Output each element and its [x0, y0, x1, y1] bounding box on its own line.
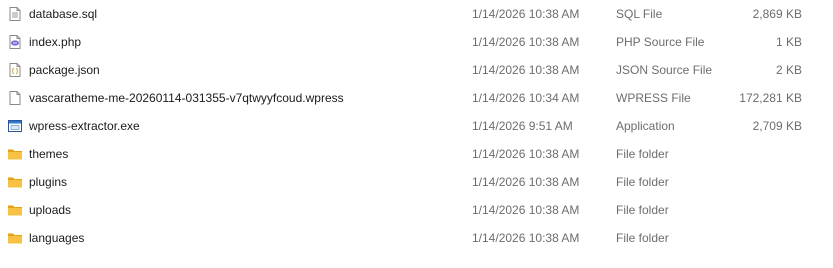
folder-row-uploads[interactable]: uploads 1/14/2026 10:38 AM File folder	[0, 196, 833, 224]
file-date: 1/14/2026 10:38 AM	[472, 203, 580, 217]
folder-icon	[7, 146, 23, 162]
application-icon	[7, 118, 23, 134]
file-name: themes	[29, 147, 69, 161]
file-row-wpress[interactable]: vascaratheme-me-20260114-031355-v7qtwyyf…	[0, 84, 833, 112]
file-name: database.sql	[29, 7, 98, 21]
file-date: 1/14/2026 10:38 AM	[472, 7, 580, 21]
file-type: WPRESS File	[616, 91, 691, 105]
file-name: vascaratheme-me-20260114-031355-v7qtwyyf…	[29, 91, 344, 105]
file-row-wpress-extractor-exe[interactable]: wpress-extractor.exe 1/14/2026 9:51 AM A…	[0, 112, 833, 140]
folder-row-languages[interactable]: languages 1/14/2026 10:38 AM File folder	[0, 224, 833, 252]
file-type: File folder	[616, 231, 669, 245]
file-name: wpress-extractor.exe	[29, 119, 140, 133]
file-size: 2,709 KB	[752, 119, 802, 133]
file-name: package.json	[29, 63, 100, 77]
file-name: languages	[29, 231, 85, 245]
file-date: 1/14/2026 10:38 AM	[472, 35, 580, 49]
folder-row-plugins[interactable]: plugins 1/14/2026 10:38 AM File folder	[0, 168, 833, 196]
file-date: 1/14/2026 10:38 AM	[472, 63, 580, 77]
file-date: 1/14/2026 9:51 AM	[472, 119, 573, 133]
file-list: database.sql 1/14/2026 10:38 AM SQL File…	[0, 0, 833, 268]
file-name: plugins	[29, 175, 68, 189]
file-type: PHP Source File	[616, 35, 705, 49]
php-file-icon	[7, 34, 23, 50]
file-name: index.php	[29, 35, 82, 49]
file-type: File folder	[616, 147, 669, 161]
file-row-database-sql[interactable]: database.sql 1/14/2026 10:38 AM SQL File…	[0, 0, 833, 28]
file-type: JSON Source File	[616, 63, 713, 77]
folder-row-themes[interactable]: themes 1/14/2026 10:38 AM File folder	[0, 140, 833, 168]
file-size: 2 KB	[775, 63, 802, 77]
file-type: SQL File	[616, 7, 663, 21]
file-row-index-php[interactable]: index.php 1/14/2026 10:38 AM PHP Source …	[0, 28, 833, 56]
folder-icon	[7, 202, 23, 218]
file-date: 1/14/2026 10:38 AM	[472, 147, 580, 161]
file-date: 1/14/2026 10:34 AM	[472, 91, 580, 105]
folder-icon	[7, 230, 23, 246]
file-type: Application	[616, 119, 675, 133]
json-file-icon	[7, 62, 23, 78]
document-file-icon	[7, 6, 23, 22]
file-type: File folder	[616, 175, 669, 189]
file-size: 2,869 KB	[752, 7, 802, 21]
folder-icon	[7, 174, 23, 190]
file-name: uploads	[29, 203, 72, 217]
file-date: 1/14/2026 10:38 AM	[472, 175, 580, 189]
file-size: 172,281 KB	[739, 91, 802, 105]
file-size: 1 KB	[775, 35, 802, 49]
file-type: File folder	[616, 203, 669, 217]
file-date: 1/14/2026 10:38 AM	[472, 231, 580, 245]
file-row-package-json[interactable]: package.json 1/14/2026 10:38 AM JSON Sou…	[0, 56, 833, 84]
blank-file-icon	[7, 90, 23, 106]
